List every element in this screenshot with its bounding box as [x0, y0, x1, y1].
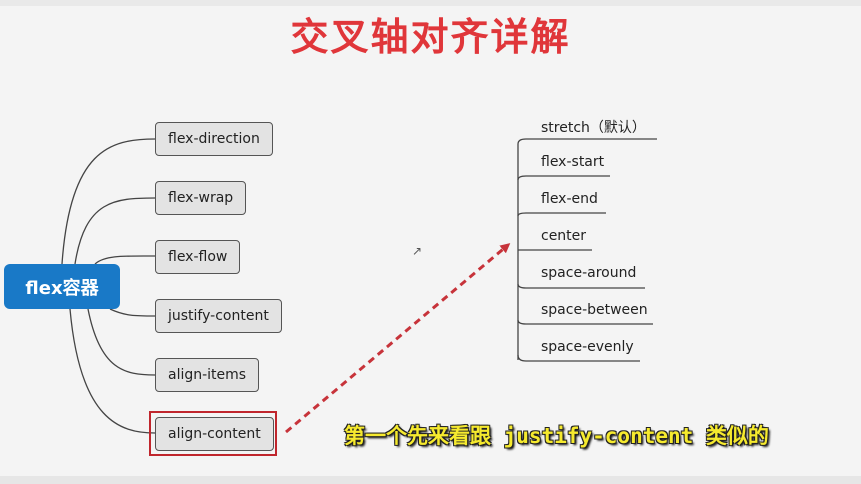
video-subtitle: 第一个先来看跟 justify-content 类似的 [344, 424, 769, 448]
option-space-around: space-around [541, 265, 637, 281]
option-stretch: stretch（默认） [541, 120, 646, 136]
connector-flex-flow [94, 255, 156, 265]
root-node-flex-container: flex容器 [4, 264, 120, 309]
option-flex-end: flex-end [541, 191, 598, 207]
bottom-frame [0, 476, 861, 484]
underline-space-evenly [517, 354, 640, 362]
connector-flex-wrap [74, 197, 156, 265]
connector-flex-direction [61, 138, 156, 265]
node-flex-direction: flex-direction [155, 122, 273, 156]
option-space-evenly: space-evenly [541, 339, 634, 355]
dashed-arrow [285, 243, 511, 434]
connector-align-content [69, 308, 156, 434]
option-center: center [541, 228, 587, 244]
node-justify-content: justify-content [155, 299, 282, 333]
node-flex-flow: flex-flow [155, 240, 241, 274]
underline-stretch [517, 138, 657, 145]
underline-space-between [517, 319, 653, 325]
option-flex-start: flex-start [541, 154, 605, 170]
underline-flex-start [517, 175, 610, 181]
highlight-box-align-content [149, 411, 277, 456]
connector-align-items [87, 308, 156, 376]
node-flex-wrap: flex-wrap [155, 181, 247, 215]
mouse-pointer-icon: ↗ [412, 244, 423, 258]
connector-justify-content [109, 308, 156, 317]
underline-space-around [517, 283, 645, 289]
mindmap-connectors [61, 138, 657, 434]
option-space-between: space-between [541, 302, 648, 318]
underline-flex-end [517, 212, 606, 217]
node-align-items: align-items [155, 358, 260, 392]
